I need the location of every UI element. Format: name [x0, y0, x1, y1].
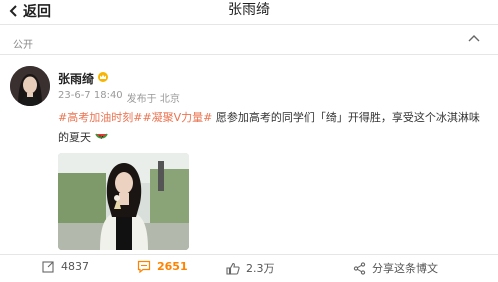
repost-count: 4837 — [61, 260, 89, 273]
repost-button[interactable]: 4837 — [42, 260, 89, 273]
share-label: 分享这条博文 — [372, 262, 438, 275]
share-button[interactable]: 分享这条博文 — [353, 260, 438, 276]
author-name[interactable]: 张雨绮 — [58, 70, 94, 87]
comment-button[interactable]: 2651 — [137, 260, 188, 273]
post-date: 23-6-7 18:40 — [58, 90, 123, 101]
visibility-label: 公开 — [13, 40, 33, 51]
avatar[interactable] — [10, 66, 50, 106]
post-image[interactable] — [58, 153, 189, 250]
action-bar: 4837 2651 2.3万 分享这条博文 — [0, 255, 498, 282]
post-meta: 23-6-7 18:40 发布于 北京 — [58, 90, 180, 105]
hashtag-link[interactable]: #高考加油时刻# — [58, 111, 142, 124]
post-image-content — [58, 153, 189, 250]
comment-count: 2651 — [157, 260, 188, 273]
like-count: 2.3万 — [246, 262, 275, 275]
crown-icon — [98, 72, 108, 82]
comment-icon — [137, 260, 151, 273]
page-title: 张雨绮 — [228, 2, 270, 18]
thumbs-up-icon — [226, 262, 240, 275]
like-button[interactable]: 2.3万 — [226, 260, 275, 276]
share-icon — [353, 261, 366, 275]
section-divider — [0, 54, 498, 55]
header-divider — [0, 24, 498, 25]
post-content: #高考加油时刻##凝聚V力量# 愿参加高考的同学们「绮」开得胜，享受这个冰淇淋味… — [58, 108, 490, 148]
avatar-image — [10, 66, 50, 106]
hashtag-link[interactable]: #凝聚V力量# — [142, 111, 212, 124]
post-source: 发布于 北京 — [126, 94, 180, 105]
watermelon-icon — [94, 133, 108, 139]
repost-icon — [42, 261, 54, 273]
chevron-up-icon[interactable] — [468, 34, 480, 42]
top-bar: 返回 张雨绮 — [0, 0, 498, 24]
